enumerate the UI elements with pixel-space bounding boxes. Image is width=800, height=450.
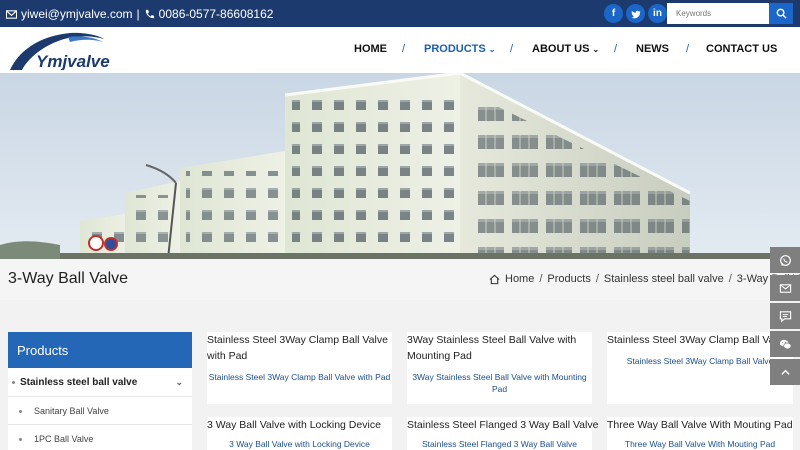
sidebar-item-1pc-ball-valve[interactable]: 1PC Ball Valve [8, 425, 192, 450]
social-links: f in [604, 4, 667, 23]
search-button[interactable] [769, 3, 793, 24]
nav-about[interactable]: ABOUT US ⌄ [532, 43, 599, 55]
product-title[interactable]: Stainless Steel 3Way Clamp Ball Valve wi… [207, 332, 392, 364]
whatsapp-button[interactable] [770, 247, 800, 273]
search-input[interactable] [667, 3, 769, 24]
nav-separator: / [686, 43, 690, 55]
breadcrumb-home[interactable]: Home [505, 273, 534, 285]
logo-text: Ymjvalve [36, 52, 110, 70]
nav-separator: / [510, 43, 514, 55]
product-title[interactable]: Three Way Ball Valve With Mouting Pad [607, 417, 793, 433]
nav-about-label: ABOUT US [532, 43, 590, 55]
chat-icon [779, 310, 791, 322]
nav-home[interactable]: HOME [354, 43, 387, 55]
breadcrumb-separator: / [539, 273, 543, 285]
email-button[interactable] [770, 275, 800, 301]
site-header: Ymjvalve HOME / PRODUCTS ⌄ / ABOUT US ⌄ … [0, 27, 800, 73]
sidebar-item-label: Stainless steel ball valve [20, 377, 138, 388]
contact-info: yiwei@ymjvalve.com | 0086-0577-86608162 [6, 7, 273, 21]
sidebar-item-label: Sanitary Ball Valve [34, 406, 109, 416]
product-description[interactable]: Stainless Steel Flanged 3 Way Ball Valve [407, 438, 592, 450]
chat-button[interactable] [770, 303, 800, 329]
sidebar-item-stainless-steel-ball-valve[interactable]: Stainless steel ball valve ⌄ [8, 368, 192, 397]
product-card[interactable]: Stainless Steel 3Way Clamp Ball Valve wi… [207, 332, 392, 404]
breadcrumb: Home / Products / Stainless steel ball v… [489, 273, 800, 285]
sidebar-item-label: 1PC Ball Valve [34, 434, 94, 444]
wechat-icon [779, 339, 791, 349]
bullet-icon [19, 410, 22, 413]
product-card[interactable]: Stainless Steel Flanged 3 Way Ball Valve… [407, 417, 598, 450]
product-description[interactable]: Stainless Steel 3Way Clamp Ball Valve [607, 355, 793, 367]
product-description[interactable]: Stainless Steel 3Way Clamp Ball Valve wi… [207, 371, 392, 383]
chevron-down-icon[interactable]: ⌄ [175, 377, 183, 388]
product-card[interactable]: Three Way Ball Valve With Mouting Pad Th… [607, 417, 793, 450]
breadcrumb-separator: / [595, 273, 599, 285]
product-title[interactable]: Stainless Steel Flanged 3 Way Ball Valve [407, 417, 598, 433]
breadcrumb-category[interactable]: Stainless steel ball valve [604, 273, 724, 285]
product-description[interactable]: Three Way Ball Valve With Mouting Pad [607, 438, 793, 450]
page-title: 3-Way Ball Valve [8, 270, 129, 287]
phone-number[interactable]: 0086-0577-86608162 [159, 7, 274, 21]
product-card[interactable]: Stainless Steel 3Way Clamp Ball Valve St… [607, 332, 793, 404]
linkedin-icon[interactable]: in [648, 4, 667, 23]
product-title[interactable]: 3Way Stainless Steel Ball Valve with Mou… [407, 332, 592, 364]
product-description[interactable]: 3Way Stainless Steel Ball Valve with Mou… [407, 371, 592, 395]
nav-contact[interactable]: CONTACT US [706, 43, 777, 55]
product-card[interactable]: 3 Way Ball Valve with Locking Device 3 W… [207, 417, 392, 450]
email-link[interactable]: yiwei@ymjvalve.com [21, 7, 133, 21]
wechat-button[interactable] [770, 331, 800, 357]
floating-contact-bar [770, 247, 800, 387]
page-title-bar: 3-Way Ball Valve Home / Products / Stain… [0, 259, 800, 300]
sidebar-item-sanitary-ball-valve[interactable]: Sanitary Ball Valve [8, 397, 192, 425]
back-to-top-button[interactable] [770, 359, 800, 385]
breadcrumb-separator: / [728, 273, 732, 285]
product-card[interactable]: 3Way Stainless Steel Ball Valve with Mou… [407, 332, 592, 404]
facebook-icon[interactable]: f [604, 4, 623, 23]
nav-products[interactable]: PRODUCTS ⌄ [424, 43, 496, 55]
chevron-down-icon: ⌄ [488, 45, 496, 54]
sidebar-heading[interactable]: Products [8, 332, 192, 368]
product-description[interactable]: 3 Way Ball Valve with Locking Device [207, 438, 392, 450]
nav-news[interactable]: NEWS [636, 43, 669, 55]
bullet-icon [12, 381, 15, 384]
back-to-top-icon [780, 369, 790, 375]
phone-icon [145, 9, 154, 18]
mail-icon [6, 9, 17, 19]
top-bar: yiwei@ymjvalve.com | 0086-0577-86608162 … [0, 0, 800, 27]
product-title[interactable]: Stainless Steel 3Way Clamp Ball Valve [607, 332, 793, 348]
search-icon [776, 8, 787, 19]
twitter-icon[interactable] [626, 4, 645, 23]
nav-products-label: PRODUCTS [424, 43, 486, 55]
chevron-down-icon: ⌄ [592, 45, 600, 54]
search-box [667, 3, 793, 24]
email-float-icon [779, 283, 791, 293]
nav-separator: / [402, 43, 406, 55]
products-sidebar: Products Stainless steel ball valve ⌄ Sa… [8, 332, 192, 450]
product-title[interactable]: 3 Way Ball Valve with Locking Device [207, 417, 392, 433]
whatsapp-icon [779, 254, 791, 266]
home-icon [489, 274, 500, 284]
nav-separator: / [614, 43, 618, 55]
breadcrumb-products[interactable]: Products [547, 273, 590, 285]
site-logo[interactable]: Ymjvalve [8, 30, 126, 71]
factory-banner-image [0, 73, 800, 259]
bullet-icon [19, 438, 22, 441]
